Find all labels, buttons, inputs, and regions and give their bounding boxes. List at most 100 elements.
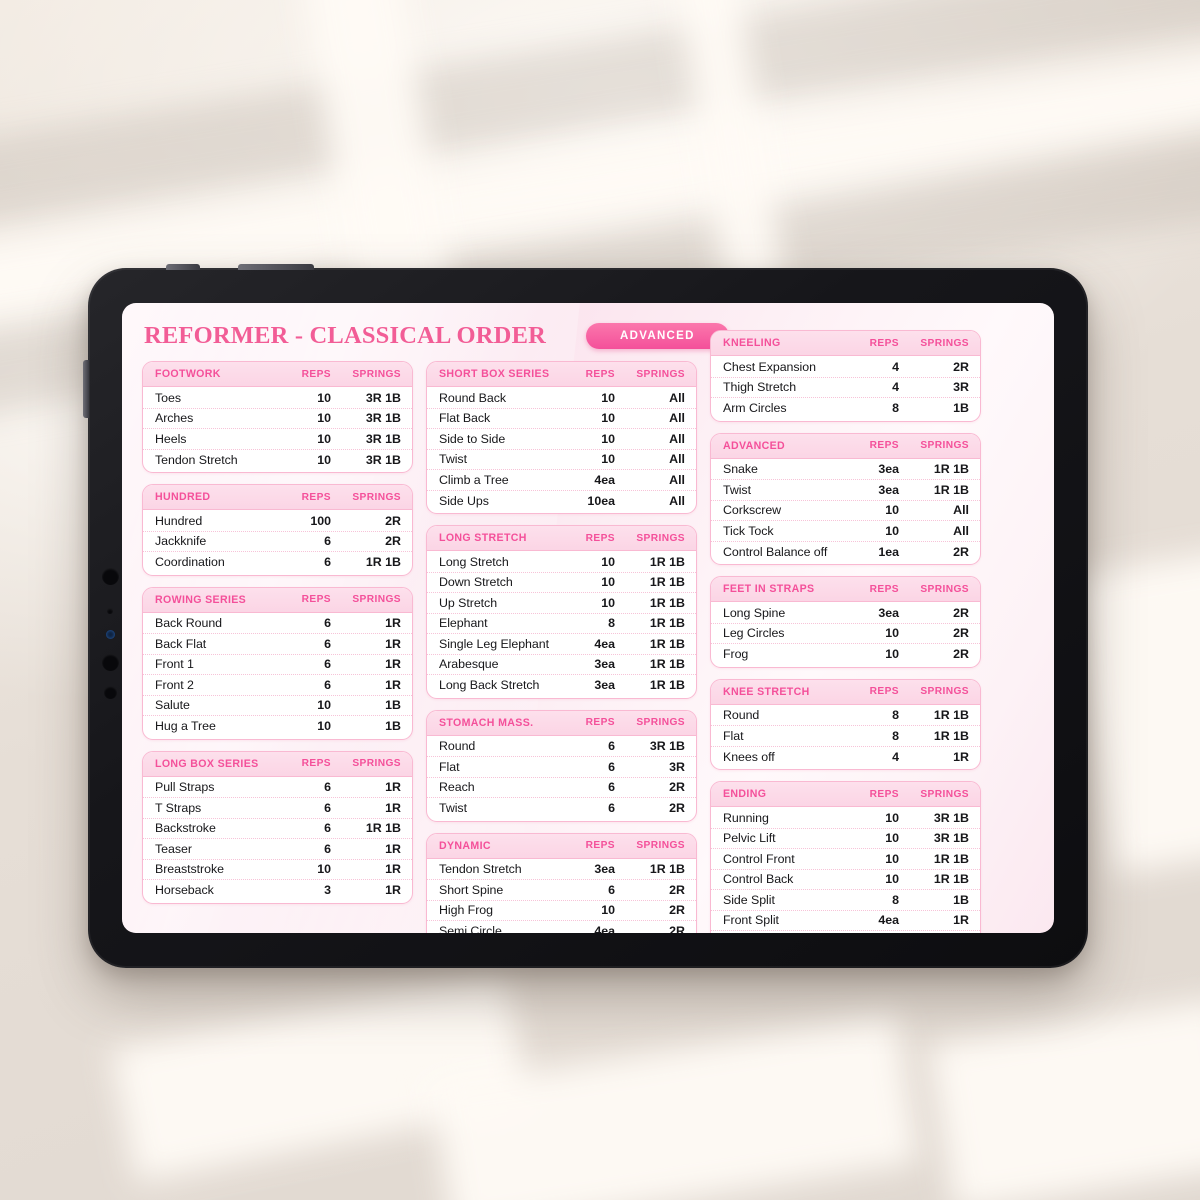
table-row[interactable]: Up Stretch 10 1R 1B: [427, 593, 696, 614]
table-row[interactable]: Round 8 1R 1B: [711, 706, 980, 726]
table-row[interactable]: Pull Straps 6 1R: [143, 778, 412, 798]
table-row[interactable]: Round 6 3R 1B: [427, 737, 696, 757]
table-row[interactable]: Pelvic Lift 10 3R 1B: [711, 829, 980, 849]
table-row[interactable]: Twist 10 All: [427, 450, 696, 470]
table-row[interactable]: Front 2 6 1R: [143, 675, 412, 696]
table-row[interactable]: Semi Circle 4ea 2R: [427, 921, 696, 933]
exercise-reps: 10: [317, 390, 331, 405]
exercise-reps: 3ea: [878, 462, 899, 477]
table-row[interactable]: Twist 6 2R: [427, 798, 696, 819]
table-row[interactable]: Front 1 6 1R: [143, 655, 412, 675]
exercise-springs: 1R: [385, 841, 401, 856]
table-row[interactable]: Round Back 10 All: [427, 388, 696, 409]
exercise-reps: 6: [324, 677, 331, 692]
table-row[interactable]: Side to Side 10 All: [427, 429, 696, 450]
table-row[interactable]: Control Back 10 1R 1B: [711, 870, 980, 890]
table-row[interactable]: Hundred 100 2R: [143, 511, 412, 532]
table-row[interactable]: Snake 3ea 1R 1B: [711, 460, 980, 480]
section-header: ADVANCED REPS SPRINGS: [711, 433, 980, 459]
table-row[interactable]: Long Stretch 10 1R 1B: [427, 552, 696, 573]
exercise-springs: 1R: [385, 616, 401, 631]
table-row[interactable]: Twist 3ea 1R 1B: [711, 480, 980, 501]
exercise-springs: 1R: [385, 800, 401, 815]
table-row[interactable]: Side Split 8 1B: [711, 890, 980, 911]
table-row[interactable]: Running 10 3R 1B: [711, 808, 980, 829]
table-row[interactable]: Long Spine 3ea 2R: [711, 603, 980, 624]
reps-column-header: REPS: [869, 788, 899, 800]
reps-column-header: REPS: [869, 440, 899, 451]
table-row[interactable]: Breaststroke 10 1R: [143, 860, 412, 880]
table-row[interactable]: Arm Circles 8 1B: [711, 398, 980, 419]
table-row[interactable]: Long Back Stretch 3ea 1R 1B: [427, 675, 696, 696]
section-title: ADVANCED: [723, 439, 786, 452]
table-row[interactable]: Single Leg Elephant 4ea 1R 1B: [427, 634, 696, 655]
table-row[interactable]: Salute 10 1B: [143, 696, 412, 716]
table-row[interactable]: Tick Tock 10 All: [711, 521, 980, 542]
exercise-name: Hug a Tree: [155, 719, 216, 734]
table-row[interactable]: Thigh Stretch 4 3R: [711, 378, 980, 398]
table-row[interactable]: Front Split 4ea 1R: [711, 911, 980, 931]
exercise-springs: 2R: [669, 903, 685, 918]
volume-button[interactable]: [83, 360, 89, 418]
springs-column-header: SPRINGS: [352, 758, 401, 769]
level-badge[interactable]: ADVANCED: [586, 323, 729, 349]
table-row[interactable]: Coordination 6 1R 1B: [143, 552, 412, 573]
exercise-name: Chest Expansion: [723, 359, 816, 374]
table-row[interactable]: Hug a Tree 10 1B: [143, 716, 412, 737]
exercise-reps: 6: [324, 657, 331, 672]
table-row[interactable]: Leg Circles 10 2R: [711, 624, 980, 644]
exercise-name: Heels: [155, 431, 187, 446]
table-row[interactable]: Control Balance off 1ea 2R: [711, 542, 980, 563]
table-row[interactable]: T Straps 6 1R: [143, 798, 412, 819]
exercise-name: Climb a Tree: [439, 472, 509, 487]
table-row[interactable]: Tendon Stretch 10 3R 1B: [143, 450, 412, 471]
table-row[interactable]: Elephant 8 1R 1B: [427, 614, 696, 634]
table-row[interactable]: Back Flat 6 1R: [143, 634, 412, 655]
table-row[interactable]: Down Stretch 10 1R 1B: [427, 573, 696, 593]
table-row[interactable]: Heels 10 3R 1B: [143, 429, 412, 450]
table-row[interactable]: Russian Split4ea1R: [711, 931, 980, 933]
table-row[interactable]: Back Round 6 1R: [143, 614, 412, 634]
exercise-reps: 6: [324, 636, 331, 651]
top-button[interactable]: [166, 264, 200, 270]
exercise-rows: Running 10 3R 1B Pelvic Lift 10 3R 1B Control …: [711, 807, 980, 933]
section-card: ENDING REPS SPRINGS Running 10 3R 1B Pelvic Li…: [710, 781, 981, 933]
table-row[interactable]: Toes 10 3R 1B: [143, 388, 412, 409]
exercise-name: Semi Circle: [439, 924, 502, 933]
top-speaker-grill: [238, 264, 314, 270]
exercise-name: Arm Circles: [723, 401, 787, 416]
table-row[interactable]: Corkscrew 10 All: [711, 501, 980, 521]
reps-column-header: REPS: [301, 594, 331, 605]
table-row[interactable]: Control Front 10 1R 1B: [711, 849, 980, 870]
exercise-reps: 3ea: [878, 482, 899, 497]
table-row[interactable]: Horseback 3 1R: [143, 880, 412, 901]
table-row[interactable]: High Frog 10 2R: [427, 901, 696, 921]
table-row[interactable]: Flat 8 1R 1B: [711, 726, 980, 747]
table-row[interactable]: Jackknife 6 2R: [143, 532, 412, 552]
table-row[interactable]: Short Spine 6 2R: [427, 880, 696, 901]
table-row[interactable]: Knees off 4 1R: [711, 747, 980, 768]
table-row[interactable]: Chest Expansion 4 2R: [711, 357, 980, 378]
microphone-icon: [107, 608, 113, 614]
exercise-name: Side Ups: [439, 493, 489, 508]
exercise-reps: 4ea: [594, 636, 615, 651]
table-row[interactable]: Climb a Tree 4ea All: [427, 470, 696, 491]
table-row[interactable]: Side Ups 10ea All: [427, 491, 696, 512]
exercise-reps: 10: [885, 851, 899, 866]
exercise-springs: All: [953, 503, 969, 518]
table-row[interactable]: Teaser 6 1R: [143, 839, 412, 860]
table-row[interactable]: Arabesque 3ea 1R 1B: [427, 655, 696, 675]
exercise-reps: 4ea: [878, 913, 899, 928]
table-row[interactable]: Tendon Stretch 3ea 1R 1B: [427, 860, 696, 880]
table-row[interactable]: Flat Back 10 All: [427, 409, 696, 429]
exercise-name: Frog: [723, 647, 749, 662]
table-row[interactable]: Reach 6 2R: [427, 778, 696, 798]
section-header: STOMACH MASS. REPS SPRINGS: [427, 710, 696, 736]
table-row[interactable]: Arches 10 3R 1B: [143, 409, 412, 429]
section-title: SHORT BOX SERIES: [439, 368, 550, 380]
table-row[interactable]: Frog 10 2R: [711, 644, 980, 665]
table-row[interactable]: Backstroke 6 1R 1B: [143, 819, 412, 839]
exercise-springs: 1R 1B: [933, 482, 969, 497]
exercise-name: Back Round: [155, 616, 223, 631]
table-row[interactable]: Flat 6 3R: [427, 757, 696, 778]
